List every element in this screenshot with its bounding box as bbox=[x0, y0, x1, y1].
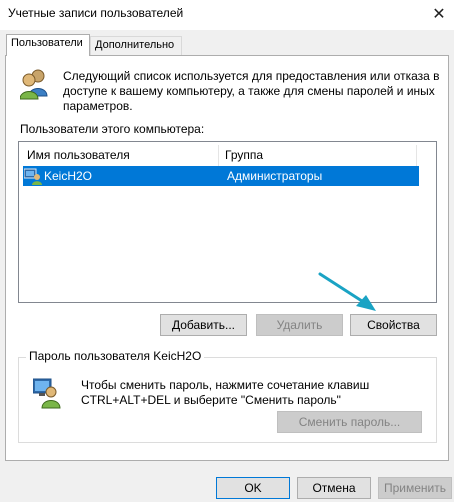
password-user-icon bbox=[33, 378, 61, 409]
column-header-group[interactable]: Группа bbox=[219, 145, 417, 166]
remove-button[interactable]: Удалить bbox=[256, 314, 343, 336]
password-instruction-text: Чтобы сменить пароль, нажмите сочетание … bbox=[81, 378, 370, 407]
user-name-cell: KeicH2O bbox=[44, 169, 93, 183]
change-password-button[interactable]: Сменить пароль... bbox=[277, 411, 422, 433]
cancel-button[interactable]: Отмена bbox=[297, 477, 371, 499]
users-list[interactable]: Имя пользователя Группа KeicH2O Админист… bbox=[18, 141, 437, 303]
add-button[interactable]: Добавить... bbox=[160, 314, 247, 336]
apply-button[interactable]: Применить bbox=[378, 477, 452, 499]
window-title: Учетные записи пользователей bbox=[8, 6, 184, 20]
column-header-username[interactable]: Имя пользователя bbox=[21, 145, 219, 166]
password-group-title: Пароль пользователя KeicH2O bbox=[26, 349, 205, 363]
tab-users[interactable]: Пользователи bbox=[6, 34, 90, 56]
tab-advanced[interactable]: Дополнительно bbox=[90, 36, 182, 55]
properties-button[interactable]: Свойства bbox=[350, 314, 437, 336]
ok-button[interactable]: OK bbox=[216, 477, 290, 499]
user-row-icon bbox=[24, 168, 42, 185]
table-row[interactable]: KeicH2O Администраторы bbox=[23, 166, 419, 186]
user-group-cell: Администраторы bbox=[227, 169, 323, 183]
close-icon[interactable]: ✕ bbox=[424, 0, 454, 28]
users-icon bbox=[20, 69, 48, 100]
title-bar: Учетные записи пользователей ✕ bbox=[0, 0, 454, 30]
users-list-label: Пользователи этого компьютера: bbox=[20, 122, 205, 136]
description-text: Следующий список используется для предос… bbox=[63, 69, 440, 113]
